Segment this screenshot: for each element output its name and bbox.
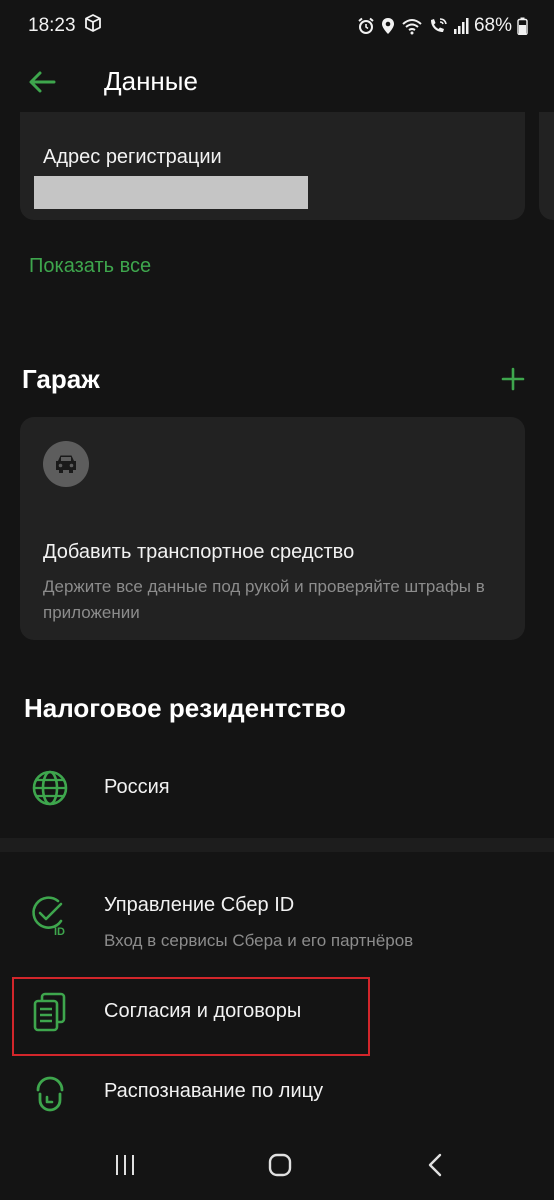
back-icon [428,1153,442,1177]
package-icon [84,14,102,38]
battery-icon [517,17,528,35]
address-value-redacted [34,176,308,209]
garage-add-button[interactable] [496,362,530,396]
alarm-icon [357,17,375,35]
system-nav-bar [0,1130,554,1200]
show-all-link[interactable]: Показать все [29,255,151,278]
tax-residency-item[interactable]: Россия [0,760,554,818]
status-bar: 18:23 68% [0,0,554,52]
plus-icon [501,367,525,391]
add-vehicle-title: Добавить транспортное средство [43,541,355,563]
globe-icon [28,766,72,810]
wifi-icon [401,17,423,35]
car-icon [43,441,89,487]
home-icon [268,1153,292,1177]
next-card-peek[interactable] [539,112,554,220]
face-recognition-label: Распознавание по лицу [104,1080,324,1102]
sber-id-icon: ID [28,893,72,937]
arrow-left-icon [29,71,56,93]
status-time: 18:23 [28,15,76,36]
sber-id-item[interactable]: ID Управление Сбер ID Вход в сервисы Сбе… [0,880,554,960]
tax-residency-title: Налоговое резидентство [24,693,346,723]
add-vehicle-subtitle: Держите все данные под рукой и проверяйт… [43,577,485,622]
face-recognition-item[interactable]: Распознавание по лицу [0,1066,554,1122]
signal-icon [453,17,469,35]
back-button[interactable] [22,62,62,102]
recents-button[interactable] [102,1142,148,1188]
app-header: Данные [0,52,554,112]
svg-text:ID: ID [54,926,65,937]
sber-id-subtitle: Вход в сервисы Сбера и его партнёров [104,931,414,950]
face-recognition-icon [28,1070,72,1114]
add-vehicle-card[interactable]: Добавить транспортное средство Держите в… [20,417,525,640]
address-card[interactable]: Адрес регистрации [20,112,525,220]
back-nav-button[interactable] [412,1142,458,1188]
status-left: 18:23 [28,14,102,38]
sber-id-label: Управление Сбер ID [104,894,295,916]
section-divider [0,838,554,852]
garage-title: Гараж [22,364,100,394]
status-right: 68% [357,15,528,37]
home-button[interactable] [257,1142,303,1188]
location-icon [380,17,396,35]
battery-text: 68% [473,15,512,36]
page-title: Данные [104,66,198,96]
highlight-annotation [12,977,370,1056]
tax-residency-country: Россия [104,776,170,798]
recents-icon [116,1155,134,1175]
wifi-calling-icon [428,17,448,35]
address-label: Адрес регистрации [43,146,222,168]
